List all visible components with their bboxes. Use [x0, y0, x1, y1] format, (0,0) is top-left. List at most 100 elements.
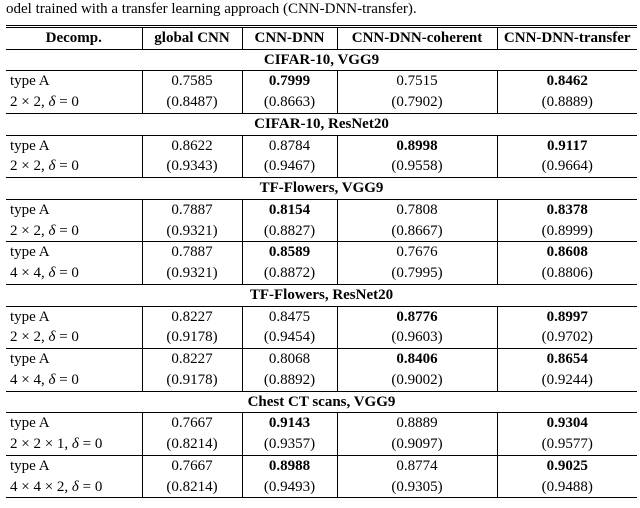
- cell-cnn-dnn-coherent: (0.7995): [337, 263, 497, 284]
- decomp-cell: 4 × 4, δ = 0: [6, 263, 142, 284]
- cell-cnn-dnn-coherent: (0.9002): [337, 370, 497, 391]
- cell-cnn-dnn-transfer: (0.9244): [497, 370, 637, 391]
- table-header-row: Decomp. global CNN CNN-DNN CNN-DNN-coher…: [6, 26, 637, 49]
- cell-global-cnn: 0.8227: [142, 306, 242, 327]
- table-row: 4 × 4, δ = 0(0.9321)(0.8872)(0.7995)(0.8…: [6, 263, 637, 284]
- cell-global-cnn: 0.8227: [142, 349, 242, 370]
- cell-cnn-dnn-coherent: 0.8774: [337, 455, 497, 476]
- cell-cnn-dnn-transfer: (0.9577): [497, 434, 637, 455]
- cell-cnn-dnn: 0.8784: [242, 135, 337, 156]
- decomp-cell: 2 × 2, δ = 0: [6, 92, 142, 113]
- cell-cnn-dnn-coherent: 0.8776: [337, 306, 497, 327]
- table-row: type A0.86220.87840.89980.9117: [6, 135, 637, 156]
- table-row: 2 × 2, δ = 0(0.9343)(0.9467)(0.9558)(0.9…: [6, 156, 637, 177]
- decomp-cell: 4 × 4 × 2, δ = 0: [6, 477, 142, 498]
- cell-cnn-dnn: (0.9467): [242, 156, 337, 177]
- decomp-cell: type A: [6, 242, 142, 263]
- cell-cnn-dnn: 0.8475: [242, 306, 337, 327]
- table-row: 4 × 4 × 2, δ = 0(0.8214)(0.9493)(0.9305)…: [6, 477, 637, 498]
- cell-global-cnn: (0.9178): [142, 370, 242, 391]
- cell-cnn-dnn-coherent: 0.7808: [337, 199, 497, 220]
- decomp-cell: type A: [6, 71, 142, 92]
- cell-cnn-dnn-transfer: 0.9117: [497, 135, 637, 156]
- section-title-row: CIFAR-10, VGG9: [6, 49, 637, 71]
- section-title: CIFAR-10, VGG9: [6, 49, 637, 71]
- cell-cnn-dnn-transfer: 0.8608: [497, 242, 637, 263]
- cell-cnn-dnn-transfer: 0.8462: [497, 71, 637, 92]
- decomp-cell: type A: [6, 199, 142, 220]
- cell-cnn-dnn: (0.8827): [242, 221, 337, 242]
- cell-cnn-dnn-transfer: 0.9025: [497, 455, 637, 476]
- cell-cnn-dnn-coherent: 0.7676: [337, 242, 497, 263]
- cell-cnn-dnn: 0.8068: [242, 349, 337, 370]
- cell-cnn-dnn-coherent: 0.8998: [337, 135, 497, 156]
- section-title: TF-Flowers, VGG9: [6, 178, 637, 200]
- table-row: type A0.76670.89880.87740.9025: [6, 455, 637, 476]
- table-row: 2 × 2, δ = 0(0.8487)(0.8663)(0.7902)(0.8…: [6, 92, 637, 113]
- cell-global-cnn: 0.8622: [142, 135, 242, 156]
- cell-cnn-dnn-transfer: (0.8806): [497, 263, 637, 284]
- cell-global-cnn: (0.8487): [142, 92, 242, 113]
- col-cnn-dnn-coherent: CNN-DNN-coherent: [337, 26, 497, 49]
- table-row: type A0.78870.81540.78080.8378: [6, 199, 637, 220]
- cell-cnn-dnn-transfer: (0.9664): [497, 156, 637, 177]
- cell-cnn-dnn-transfer: 0.8997: [497, 306, 637, 327]
- cell-global-cnn: 0.7585: [142, 71, 242, 92]
- table-row: type A0.82270.84750.87760.8997: [6, 306, 637, 327]
- section-title: Chest CT scans, VGG9: [6, 391, 637, 413]
- decomp-cell: type A: [6, 455, 142, 476]
- col-global-cnn: global CNN: [142, 26, 242, 49]
- section-title: CIFAR-10, ResNet20: [6, 113, 637, 135]
- decomp-cell: 2 × 2, δ = 0: [6, 327, 142, 348]
- cell-global-cnn: (0.9178): [142, 327, 242, 348]
- table-row: type A0.75850.79990.75150.8462: [6, 71, 637, 92]
- table-row: type A0.82270.80680.84060.8654: [6, 349, 637, 370]
- table-row: type A0.78870.85890.76760.8608: [6, 242, 637, 263]
- decomp-cell: 2 × 2 × 1, δ = 0: [6, 434, 142, 455]
- results-table: Decomp. global CNN CNN-DNN CNN-DNN-coher…: [6, 25, 637, 499]
- caption-fragment: odel trained with a transfer learning ap…: [6, 0, 634, 19]
- section-title-row: TF-Flowers, VGG9: [6, 178, 637, 200]
- table-row: 2 × 2 × 1, δ = 0(0.8214)(0.9357)(0.9097)…: [6, 434, 637, 455]
- cell-cnn-dnn-coherent: (0.9558): [337, 156, 497, 177]
- cell-cnn-dnn: (0.8872): [242, 263, 337, 284]
- cell-cnn-dnn-transfer: (0.9488): [497, 477, 637, 498]
- cell-cnn-dnn-coherent: (0.9603): [337, 327, 497, 348]
- cell-cnn-dnn: 0.9143: [242, 413, 337, 434]
- cell-cnn-dnn-coherent: 0.8406: [337, 349, 497, 370]
- table-row: 2 × 2, δ = 0(0.9178)(0.9454)(0.9603)(0.9…: [6, 327, 637, 348]
- cell-global-cnn: 0.7887: [142, 199, 242, 220]
- cell-global-cnn: 0.7667: [142, 455, 242, 476]
- cell-global-cnn: (0.8214): [142, 434, 242, 455]
- cell-cnn-dnn-transfer: 0.9304: [497, 413, 637, 434]
- decomp-cell: 2 × 2, δ = 0: [6, 221, 142, 242]
- cell-cnn-dnn-coherent: (0.9097): [337, 434, 497, 455]
- cell-cnn-dnn-transfer: (0.8889): [497, 92, 637, 113]
- cell-cnn-dnn-transfer: 0.8378: [497, 199, 637, 220]
- cell-global-cnn: (0.9321): [142, 263, 242, 284]
- cell-cnn-dnn: (0.9357): [242, 434, 337, 455]
- table-row: type A0.76670.91430.88890.9304: [6, 413, 637, 434]
- cell-cnn-dnn-coherent: (0.7902): [337, 92, 497, 113]
- cell-cnn-dnn: 0.8154: [242, 199, 337, 220]
- cell-cnn-dnn: (0.8663): [242, 92, 337, 113]
- table-row: 2 × 2, δ = 0(0.9321)(0.8827)(0.8667)(0.8…: [6, 221, 637, 242]
- cell-cnn-dnn-transfer: 0.8654: [497, 349, 637, 370]
- col-cnn-dnn-transfer: CNN-DNN-transfer: [497, 26, 637, 49]
- cell-global-cnn: (0.9321): [142, 221, 242, 242]
- cell-cnn-dnn-transfer: (0.9702): [497, 327, 637, 348]
- col-decomp: Decomp.: [6, 26, 142, 49]
- decomp-cell: type A: [6, 349, 142, 370]
- decomp-cell: type A: [6, 306, 142, 327]
- col-cnn-dnn: CNN-DNN: [242, 26, 337, 49]
- cell-global-cnn: 0.7667: [142, 413, 242, 434]
- cell-cnn-dnn-transfer: (0.8999): [497, 221, 637, 242]
- section-title-row: CIFAR-10, ResNet20: [6, 113, 637, 135]
- cell-cnn-dnn-coherent: (0.9305): [337, 477, 497, 498]
- decomp-cell: type A: [6, 413, 142, 434]
- decomp-cell: 2 × 2, δ = 0: [6, 156, 142, 177]
- decomp-cell: type A: [6, 135, 142, 156]
- cell-cnn-dnn-coherent: (0.8667): [337, 221, 497, 242]
- section-title-row: TF-Flowers, ResNet20: [6, 284, 637, 306]
- table-row: 4 × 4, δ = 0(0.9178)(0.8892)(0.9002)(0.9…: [6, 370, 637, 391]
